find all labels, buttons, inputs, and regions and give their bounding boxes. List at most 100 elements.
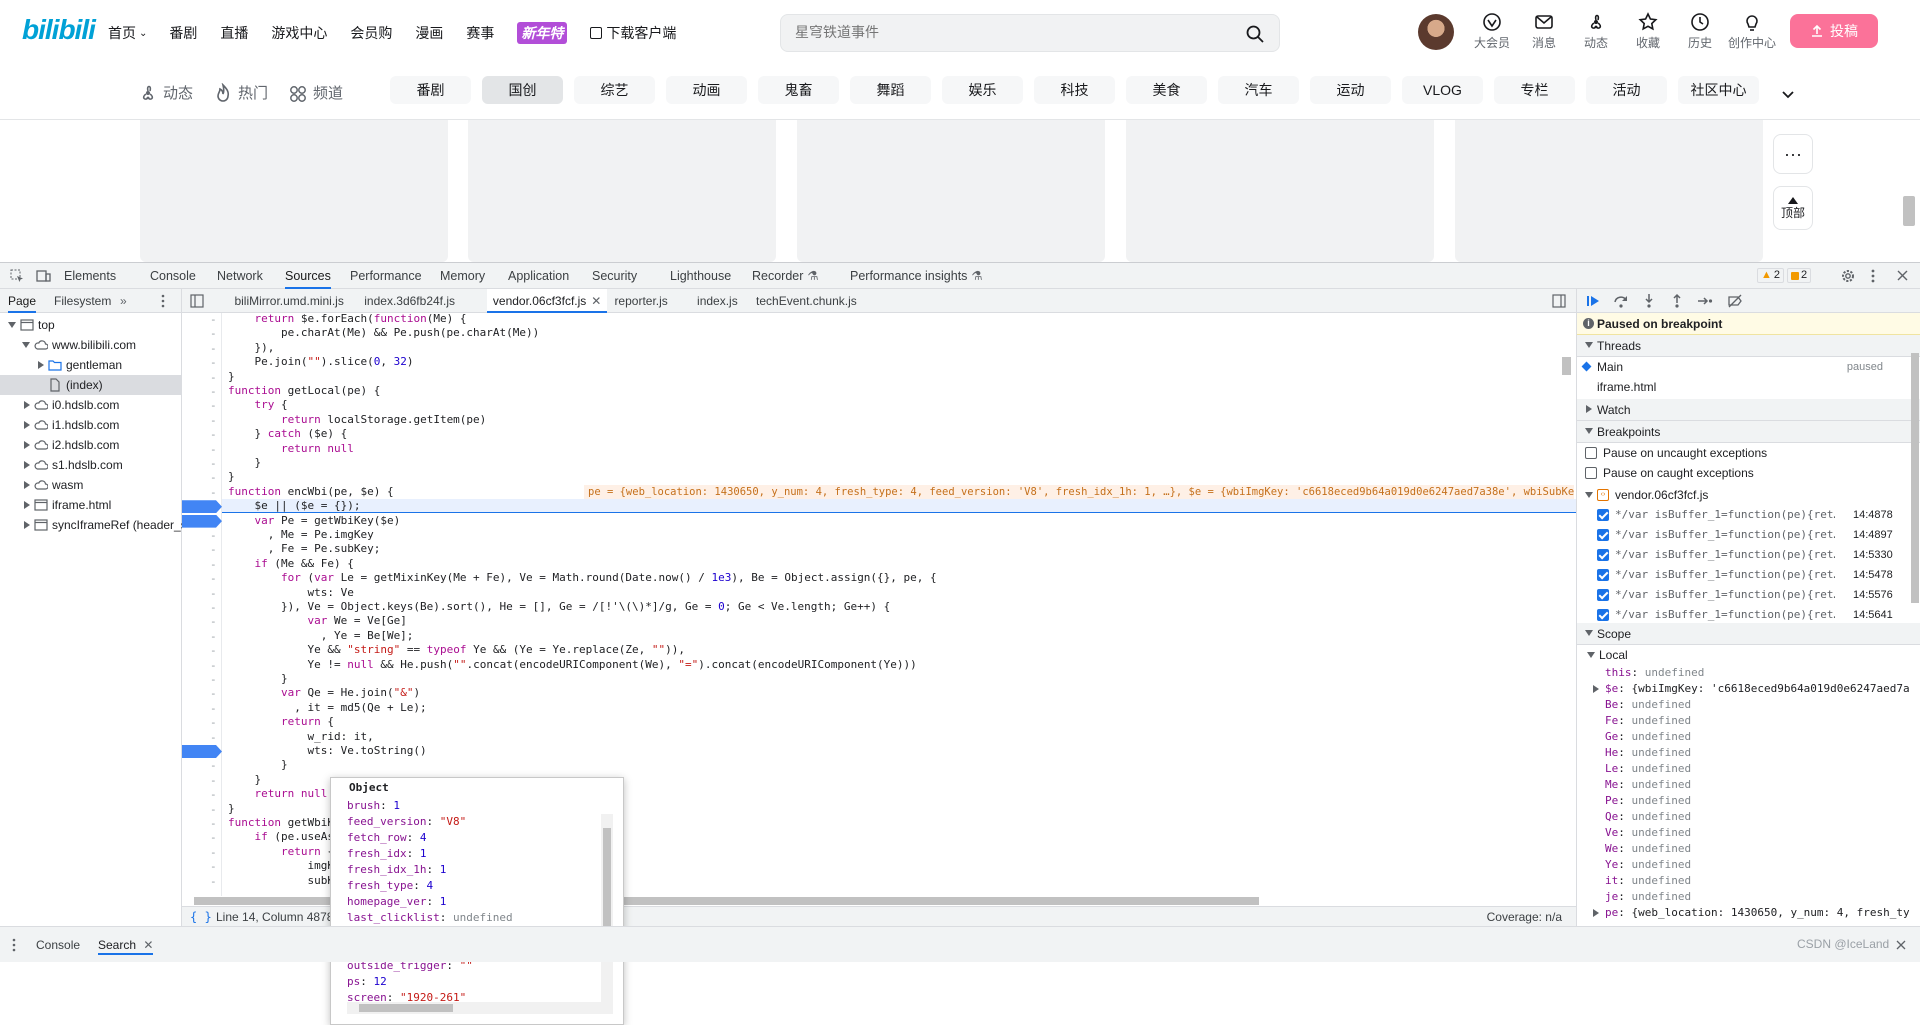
- code-line[interactable]: , Ye = Be[We];: [228, 629, 414, 643]
- scope-variable[interactable]: Qe: undefined: [1577, 809, 1920, 825]
- code-line[interactable]: }), Ve = Object.keys(Be).sort(), He = []…: [228, 600, 890, 614]
- code-line[interactable]: Ye != null && He.push("".concat(encodeUR…: [228, 658, 916, 672]
- code-line[interactable]: return {: [228, 845, 334, 859]
- breakpoint-marker[interactable]: [182, 745, 222, 758]
- breakpoint-item[interactable]: */var isBuffer_1=function(pe){ret… 14:547…: [1577, 565, 1920, 585]
- close-icon[interactable]: [1897, 270, 1908, 281]
- breakpoint-checkbox[interactable]: [1597, 529, 1609, 541]
- popover-property[interactable]: homepage_ver: 1: [347, 894, 446, 910]
- line-marker[interactable]: -: [210, 831, 217, 844]
- scope-variable[interactable]: it: undefined: [1577, 873, 1920, 889]
- popover-vertical-scrollbar[interactable]: [601, 814, 613, 1014]
- line-marker[interactable]: -: [210, 443, 217, 456]
- line-marker[interactable]: -: [210, 803, 217, 816]
- close-icon[interactable]: ✕: [143, 938, 153, 952]
- line-marker[interactable]: -: [210, 457, 217, 470]
- breakpoint-item[interactable]: */var isBuffer_1=function(pe){ret… 14:557…: [1577, 585, 1920, 605]
- code-line[interactable]: return {: [228, 715, 334, 729]
- code-line[interactable]: var We = Ve[Ge]: [228, 614, 406, 628]
- user-menu-item[interactable]: 消息: [1518, 12, 1570, 51]
- channel-pill[interactable]: VLOG: [1402, 76, 1483, 104]
- line-marker[interactable]: -: [210, 313, 217, 326]
- object-preview-popover[interactable]: Object brush: 1 feed_version: "V8" fetch_r…: [330, 777, 624, 1025]
- channel-quick-link[interactable]: 热门: [213, 82, 268, 103]
- step-icon[interactable]: [1697, 293, 1713, 309]
- line-marker[interactable]: -: [210, 788, 217, 801]
- code-line[interactable]: wts: Ve: [228, 586, 353, 600]
- scope-variable[interactable]: $e: {wbiImgKey: 'c6618eced9b64a019d0e624…: [1577, 681, 1920, 697]
- devtools-tab[interactable]: Recorder ⚗: [752, 263, 819, 289]
- channel-pill[interactable]: 社区中心: [1678, 76, 1759, 104]
- scope-variable[interactable]: Pe: undefined: [1577, 793, 1920, 809]
- breakpoint-checkbox[interactable]: [1597, 509, 1609, 521]
- expand-arrow-icon[interactable]: [8, 322, 16, 328]
- toggle-debugger-icon[interactable]: [1552, 294, 1566, 308]
- device-toolbar-icon[interactable]: [36, 269, 51, 283]
- toggle-navigator-icon[interactable]: [190, 294, 204, 308]
- line-marker[interactable]: -: [210, 428, 217, 441]
- breakpoint-item[interactable]: */var isBuffer_1=function(pe){ret… 14:489…: [1577, 525, 1920, 545]
- scrollbar-thumb[interactable]: [1911, 353, 1919, 603]
- channel-quick-link[interactable]: 动态: [138, 82, 193, 103]
- popover-property[interactable]: brush: 1: [347, 798, 400, 814]
- code-line[interactable]: $e || ($e = {});: [228, 499, 360, 513]
- code-line[interactable]: }: [228, 456, 261, 470]
- channel-pill[interactable]: 科技: [1034, 76, 1115, 104]
- nav-item[interactable]: 会员购: [350, 23, 392, 43]
- popover-property[interactable]: fetch_row: 4: [347, 830, 426, 846]
- expand-arrow-icon[interactable]: [24, 401, 30, 409]
- user-menu-item[interactable]: 创作中心: [1726, 12, 1778, 51]
- nav-item[interactable]: 下载客户端: [606, 23, 676, 43]
- scope-variable[interactable]: Me: undefined: [1577, 777, 1920, 793]
- scope-variable[interactable]: Fe: undefined: [1577, 713, 1920, 729]
- code-line[interactable]: return localStorage.getItem(pe): [228, 413, 486, 427]
- more-tabs-icon[interactable]: »: [120, 289, 127, 313]
- line-marker[interactable]: -: [210, 860, 217, 873]
- more-button[interactable]: ···: [1773, 134, 1813, 174]
- nav-item[interactable]: 游戏中心: [271, 23, 327, 43]
- tree-item[interactable]: i0.hdslb.com: [0, 395, 182, 415]
- channel-pill[interactable]: 动画: [666, 76, 747, 104]
- devtools-tab[interactable]: Sources: [285, 263, 331, 289]
- scope-variable[interactable]: Ye: undefined: [1577, 857, 1920, 873]
- scope-variable[interactable]: Ve: undefined: [1577, 825, 1920, 841]
- scope-variable[interactable]: Be: undefined: [1577, 697, 1920, 713]
- line-marker[interactable]: -: [210, 587, 217, 600]
- tree-item[interactable]: www.bilibili.com: [0, 335, 182, 355]
- code-line[interactable]: for (var Le = getMixinKey(Me + Fe), Ve =…: [228, 571, 937, 585]
- code-line[interactable]: }: [228, 758, 288, 772]
- line-marker[interactable]: -: [210, 558, 217, 571]
- popover-property[interactable]: fresh_idx: 1: [347, 846, 426, 862]
- line-marker[interactable]: -: [210, 759, 217, 772]
- breakpoint-checkbox[interactable]: [1597, 609, 1609, 621]
- channel-pill[interactable]: 舞蹈: [850, 76, 931, 104]
- deactivate-breakpoints-icon[interactable]: [1727, 293, 1743, 309]
- devtools-tab[interactable]: Performance insights ⚗: [850, 263, 983, 289]
- line-marker[interactable]: -: [210, 601, 217, 614]
- code-line[interactable]: var Pe = getWbiKey($e): [228, 514, 401, 528]
- breakpoint-checkbox[interactable]: [1597, 589, 1609, 601]
- checkbox[interactable]: [1585, 467, 1597, 479]
- channel-pill[interactable]: 娱乐: [942, 76, 1023, 104]
- file-tab[interactable]: index.js: [691, 289, 744, 313]
- expand-arrow-icon[interactable]: [24, 481, 30, 489]
- code-line[interactable]: Pe.join("").slice(0, 32): [228, 355, 413, 369]
- code-line[interactable]: if (Me && Fe) {: [228, 557, 354, 571]
- expand-arrow-icon[interactable]: [24, 421, 30, 429]
- file-tab[interactable]: vendor.06cf3fcf.js ✕: [486, 289, 608, 313]
- code-line[interactable]: }: [228, 672, 288, 686]
- channel-quick-link[interactable]: 频道: [288, 82, 343, 103]
- nav-tab-filesystem[interactable]: Filesystem: [54, 289, 111, 313]
- scrollbar-thumb[interactable]: [603, 828, 611, 933]
- line-marker[interactable]: -: [210, 529, 217, 542]
- kebab-menu-icon[interactable]: [160, 294, 166, 308]
- code-line[interactable]: , it = md5(Qe + Le);: [228, 701, 426, 715]
- search-icon[interactable]: [1245, 24, 1265, 44]
- video-card[interactable]: [1126, 120, 1434, 262]
- code-line[interactable]: function getLocal(pe) {: [228, 384, 380, 398]
- popover-property[interactable]: ps: 12: [347, 974, 387, 990]
- warnings-badge[interactable]: ▲ 2: [1757, 268, 1785, 283]
- scope-section-header[interactable]: Scope: [1577, 623, 1920, 645]
- popover-property[interactable]: feed_version: "V8": [347, 814, 466, 830]
- tree-item[interactable]: s1.hdslb.com: [0, 455, 182, 475]
